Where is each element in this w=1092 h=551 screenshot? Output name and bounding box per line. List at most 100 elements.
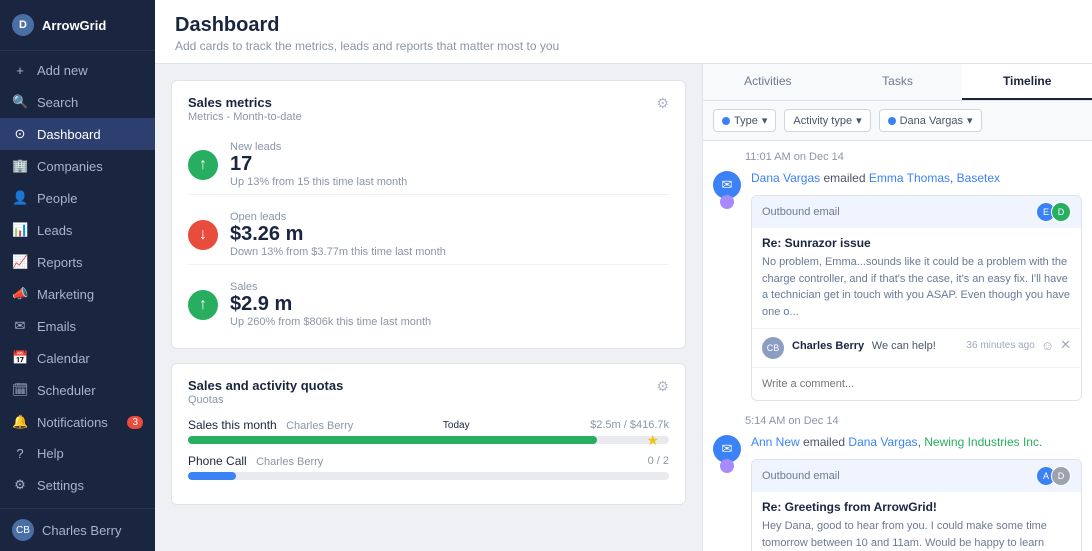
sidebar-label-scheduler: Scheduler	[37, 383, 96, 398]
event-org-2[interactable]: Newing Industries Inc.	[924, 435, 1042, 449]
sidebar-item-settings[interactable]: ⚙ Settings	[0, 469, 155, 501]
sidebar-label-help: Help	[37, 446, 64, 461]
email-card-label-1: Outbound email	[762, 206, 840, 218]
quotas-card: Sales and activity quotas Quotas ⚙ Sales…	[171, 363, 686, 505]
filter-activity-type[interactable]: Activity type ▾	[784, 109, 870, 132]
event-time-1: 11:01 AM on Dec 14	[713, 151, 1082, 163]
tab-tasks[interactable]: Tasks	[833, 64, 963, 100]
card-header-metrics: Sales metrics Metrics - Month-to-date ⚙	[188, 95, 669, 123]
event-content-1: Dana Vargas emailed Emma Thomas, Basetex…	[751, 169, 1082, 401]
event-target-1[interactable]: Emma Thomas	[869, 171, 950, 185]
event-header-1: ✉ Dana Vargas emailed Emma Thomas, Baset…	[713, 169, 1082, 401]
comment-row-1: CB Charles Berry We can help! 36 minutes…	[752, 328, 1081, 367]
page-title: Dashboard	[175, 14, 1072, 37]
sidebar-user[interactable]: CB Charles Berry	[0, 509, 155, 551]
companies-icon: 🏢	[12, 158, 28, 174]
sidebar-item-leads[interactable]: 📊 Leads	[0, 214, 155, 246]
sidebar-nav: + Add new 🔍 Search ⊙ Dashboard 🏢 Compani…	[0, 51, 155, 505]
logo-icon: D	[12, 14, 34, 36]
right-panel: Activities Tasks Timeline Type ▾ Activit…	[702, 64, 1092, 551]
sidebar-label-search: Search	[37, 95, 78, 110]
sidebar-label-emails: Emails	[37, 319, 76, 334]
timeline-event-2: 5:14 AM on Dec 14 ✉ Ann New emailed Dana…	[713, 415, 1082, 551]
event-actor-1[interactable]: Dana Vargas	[751, 171, 820, 185]
dashboard-content: Sales metrics Metrics - Month-to-date ⚙ …	[155, 64, 702, 551]
sidebar: D ArrowGrid + Add new 🔍 Search ⊙ Dashboa…	[0, 0, 155, 551]
filter-user-label: Dana Vargas	[900, 115, 963, 127]
comment-delete-icon[interactable]: ✕	[1060, 337, 1071, 353]
sidebar-label-add-new: Add new	[37, 63, 88, 78]
filter-activity-label: Activity type	[793, 115, 852, 127]
progress-bar-phone-fill	[188, 472, 236, 480]
star-icon: ★	[646, 432, 659, 449]
filter-type[interactable]: Type ▾	[713, 109, 776, 132]
metric-change-open-leads: Down 13% from $3.77m this time last mont…	[230, 246, 669, 258]
leads-icon: 📊	[12, 222, 28, 238]
quotas-gear-icon[interactable]: ⚙	[656, 378, 669, 395]
event-target-2[interactable]: Dana Vargas	[848, 435, 917, 449]
panel-timeline: 11:01 AM on Dec 14 ✉ Dana Vargas emailed…	[703, 141, 1092, 551]
av-4: D	[1051, 466, 1071, 486]
metric-label-new-leads: New leads	[230, 141, 669, 153]
event-content-2: Ann New emailed Dana Vargas, Newing Indu…	[751, 433, 1082, 551]
metric-sales: ↑ Sales $2.9 m Up 260% from $806k this t…	[188, 275, 669, 334]
event-actor-2[interactable]: Ann New	[751, 435, 800, 449]
quota-header-phone: Phone Call Charles Berry 0 / 2	[188, 454, 669, 468]
sidebar-user-section: CB Charles Berry	[0, 508, 155, 551]
filter-chevron: ▾	[762, 114, 768, 127]
metric-info-open-leads: Open leads $3.26 m Down 13% from $3.77m …	[230, 211, 669, 258]
metrics-gear-icon[interactable]: ⚙	[656, 95, 669, 112]
panel-tabs: Activities Tasks Timeline	[703, 64, 1092, 101]
metrics-grid: ↑ New leads 17 Up 13% from 15 this time …	[188, 135, 669, 334]
sidebar-item-marketing[interactable]: 📣 Marketing	[0, 278, 155, 310]
comment-input-field-1[interactable]	[762, 374, 1071, 394]
event-time-2: 5:14 AM on Dec 14	[713, 415, 1082, 427]
sidebar-item-add-new[interactable]: + Add new	[0, 55, 155, 86]
marketing-icon: 📣	[12, 286, 28, 302]
quota-value-sales: $2.5m / $416.7k	[590, 419, 669, 431]
user-avatar: CB	[12, 519, 34, 541]
sidebar-item-search[interactable]: 🔍 Search	[0, 86, 155, 118]
quota-header-sales: Sales this month Charles Berry $2.5m / $…	[188, 418, 669, 432]
quotas-card-subtitle: Quotas	[188, 394, 343, 406]
filter-type-label: Type	[734, 115, 758, 127]
sidebar-item-notifications[interactable]: 🔔 Notifications 3	[0, 406, 155, 438]
sidebar-item-help[interactable]: ? Help	[0, 438, 155, 469]
email-card-1: Outbound email E D Re: Sunrazor issue No…	[751, 195, 1082, 401]
quotas-card-title: Sales and activity quotas	[188, 378, 343, 393]
panel-filters: Type ▾ Activity type ▾ Dana Vargas ▾	[703, 101, 1092, 141]
sidebar-item-scheduler[interactable]: 🗓 Scheduler	[0, 374, 155, 406]
tab-timeline[interactable]: Timeline	[962, 64, 1092, 100]
sidebar-item-companies[interactable]: 🏢 Companies	[0, 150, 155, 182]
sidebar-item-calendar[interactable]: 📅 Calendar	[0, 342, 155, 374]
email-card-header-2: Outbound email A D	[752, 460, 1081, 492]
reports-icon: 📈	[12, 254, 28, 270]
event-target-org-1: ,	[950, 171, 957, 185]
sidebar-item-people[interactable]: 👤 People	[0, 182, 155, 214]
quota-label-phone: Phone Call	[188, 454, 247, 468]
sidebar-label-people: People	[37, 191, 77, 206]
main-body: Sales metrics Metrics - Month-to-date ⚙ …	[155, 64, 1092, 551]
metrics-card-title: Sales metrics	[188, 95, 302, 110]
sidebar-item-dashboard[interactable]: ⊙ Dashboard	[0, 118, 155, 150]
filter-user[interactable]: Dana Vargas ▾	[879, 109, 982, 132]
sidebar-label-dashboard: Dashboard	[37, 127, 101, 142]
av-2: D	[1051, 202, 1071, 222]
sidebar-item-emails[interactable]: ✉ Emails	[0, 310, 155, 342]
email-card-header-1: Outbound email E D	[752, 196, 1081, 228]
progress-bar-phone-bg	[188, 472, 669, 480]
comment-react-icon[interactable]: ☺	[1041, 338, 1054, 353]
tab-activities[interactable]: Activities	[703, 64, 833, 100]
settings-icon: ⚙	[12, 477, 28, 493]
sidebar-item-reports[interactable]: 📈 Reports	[0, 246, 155, 278]
email-body-1: No problem, Emma...sounds like it could …	[762, 254, 1071, 320]
metric-label-open-leads: Open leads	[230, 211, 669, 223]
event-text-2: Ann New emailed Dana Vargas, Newing Indu…	[751, 433, 1082, 451]
quota-person-phone: Charles Berry	[256, 456, 323, 468]
metric-info-new-leads: New leads 17 Up 13% from 15 this time la…	[230, 141, 669, 188]
event-target-org-name-1[interactable]: Basetex	[957, 171, 1000, 185]
calendar-icon: 📅	[12, 350, 28, 366]
sidebar-label-reports: Reports	[37, 255, 83, 270]
event-action-1: emailed	[824, 171, 869, 185]
quota-value-phone: 0 / 2	[648, 455, 669, 467]
